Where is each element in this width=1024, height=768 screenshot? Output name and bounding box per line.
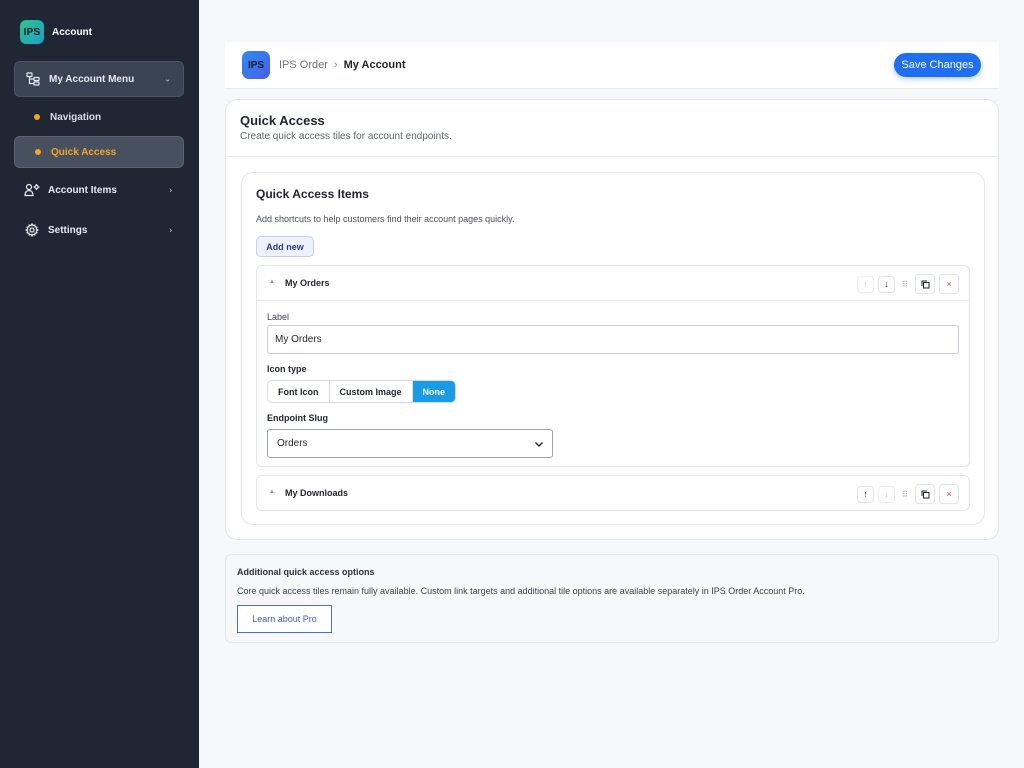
bullet-dot-icon — [34, 114, 40, 120]
icon-type-font-icon[interactable]: Font Icon — [268, 381, 329, 402]
pro-description: Core quick access tiles remain fully ava… — [237, 586, 805, 596]
sidebar-item-label: Settings — [48, 224, 88, 236]
chevron-down-icon — [535, 442, 543, 447]
icon-type-caption: Icon type — [267, 364, 307, 374]
icon-type-none[interactable]: None — [411, 381, 456, 402]
endpoint-slug-caption: Endpoint Slug — [267, 413, 328, 423]
quick-access-card: Quick Access Create quick access tiles f… — [225, 99, 999, 540]
gear-icon — [24, 222, 40, 238]
breadcrumb-current: My Account — [343, 59, 406, 71]
sidebar-item-label: My Account Menu — [49, 73, 135, 85]
quick-access-items-panel: Quick Access Items Add shortcuts to help… — [241, 172, 985, 525]
sidebar-item-quick-access[interactable]: Quick Access — [14, 136, 184, 168]
brand-logo: IPS — [20, 20, 44, 44]
endpoint-slug-value: Orders — [277, 438, 308, 449]
save-changes-button[interactable]: Save Changes — [894, 53, 981, 77]
divider — [226, 156, 998, 157]
pro-title: Additional quick access options — [237, 567, 375, 577]
label-caption: Label — [267, 312, 290, 322]
collapse-toggle-icon[interactable]: ▲ — [269, 279, 275, 285]
move-up-icon[interactable]: ↑ — [857, 485, 874, 503]
sidebar: IPS Account My Account Menu ⌄ Navigation… — [0, 0, 199, 768]
bullet-dot-icon — [35, 149, 41, 155]
item-header[interactable]: ▲ My Downloads ↑ ↓ ⠿ × — [257, 476, 969, 511]
breadcrumb: IPS Order › My Account — [279, 59, 406, 71]
sidebar-item-account-items[interactable]: Account Items › — [14, 174, 184, 206]
section-title: Quick Access Items — [256, 187, 369, 201]
section-description: Add shortcuts to help customers find the… — [256, 214, 515, 224]
breadcrumb-link-ips-order[interactable]: IPS Order — [279, 59, 328, 71]
move-up-icon[interactable]: ↑ — [857, 275, 874, 293]
sidebar-item-my-account-menu[interactable]: My Account Menu ⌄ — [14, 61, 184, 97]
item-actions: ↑ ↓ ⠿ × — [853, 484, 959, 504]
collapse-toggle-icon[interactable]: ▲ — [269, 489, 275, 495]
sidebar-item-navigation[interactable]: Navigation — [14, 101, 184, 133]
chevron-right-icon: › — [169, 185, 172, 195]
move-down-icon[interactable]: ↓ — [878, 275, 895, 293]
item-title: My Downloads — [285, 488, 349, 498]
delete-icon[interactable]: × — [939, 274, 959, 294]
sitemap-icon — [25, 71, 41, 87]
app-logo: IPS — [242, 51, 270, 79]
label-input[interactable]: My Orders — [267, 325, 959, 354]
learn-about-pro-button[interactable]: Learn about Pro — [237, 605, 332, 633]
chevron-right-icon: › — [169, 225, 172, 235]
page-subtitle: Create quick access tiles for account en… — [240, 131, 452, 142]
sidebar-item-settings[interactable]: Settings › — [14, 214, 184, 246]
endpoint-slug-select[interactable]: Orders — [267, 429, 553, 458]
add-new-button[interactable]: Add new — [256, 236, 314, 257]
chevron-down-icon: ⌄ — [164, 74, 171, 84]
quick-access-item-my-orders: ▲ My Orders ↑ ↓ ⠿ × Label My Orders Icon… — [256, 265, 970, 467]
sidebar-item-label: Account Items — [48, 184, 117, 196]
icon-type-segmented-control: Font Icon Custom Image None — [267, 380, 457, 403]
drag-handle-icon[interactable]: ⠿ — [899, 485, 911, 503]
drag-handle-icon[interactable]: ⠿ — [899, 275, 911, 293]
pro-upsell-card: Additional quick access options Core qui… — [225, 554, 999, 643]
page-title: Quick Access — [240, 113, 325, 128]
sidebar-item-label: Quick Access — [51, 146, 117, 158]
item-title: My Orders — [285, 278, 330, 288]
brand: IPS Account — [20, 20, 92, 44]
duplicate-icon[interactable] — [915, 274, 935, 294]
top-bar: IPS IPS Order › My Account Save Changes — [225, 42, 999, 89]
sidebar-item-label: Navigation — [50, 111, 102, 123]
delete-icon[interactable]: × — [939, 484, 959, 504]
duplicate-icon[interactable] — [915, 484, 935, 504]
move-down-icon[interactable]: ↓ — [878, 485, 895, 503]
icon-type-custom-image[interactable]: Custom Image — [328, 381, 412, 402]
item-header[interactable]: ▲ My Orders ↑ ↓ ⠿ × — [257, 266, 969, 301]
brand-title: Account — [52, 26, 92, 38]
quick-access-item-my-downloads: ▲ My Downloads ↑ ↓ ⠿ × — [256, 475, 970, 511]
breadcrumb-separator: › — [333, 59, 338, 71]
item-actions: ↑ ↓ ⠿ × — [853, 274, 959, 294]
user-gear-icon — [24, 182, 40, 198]
